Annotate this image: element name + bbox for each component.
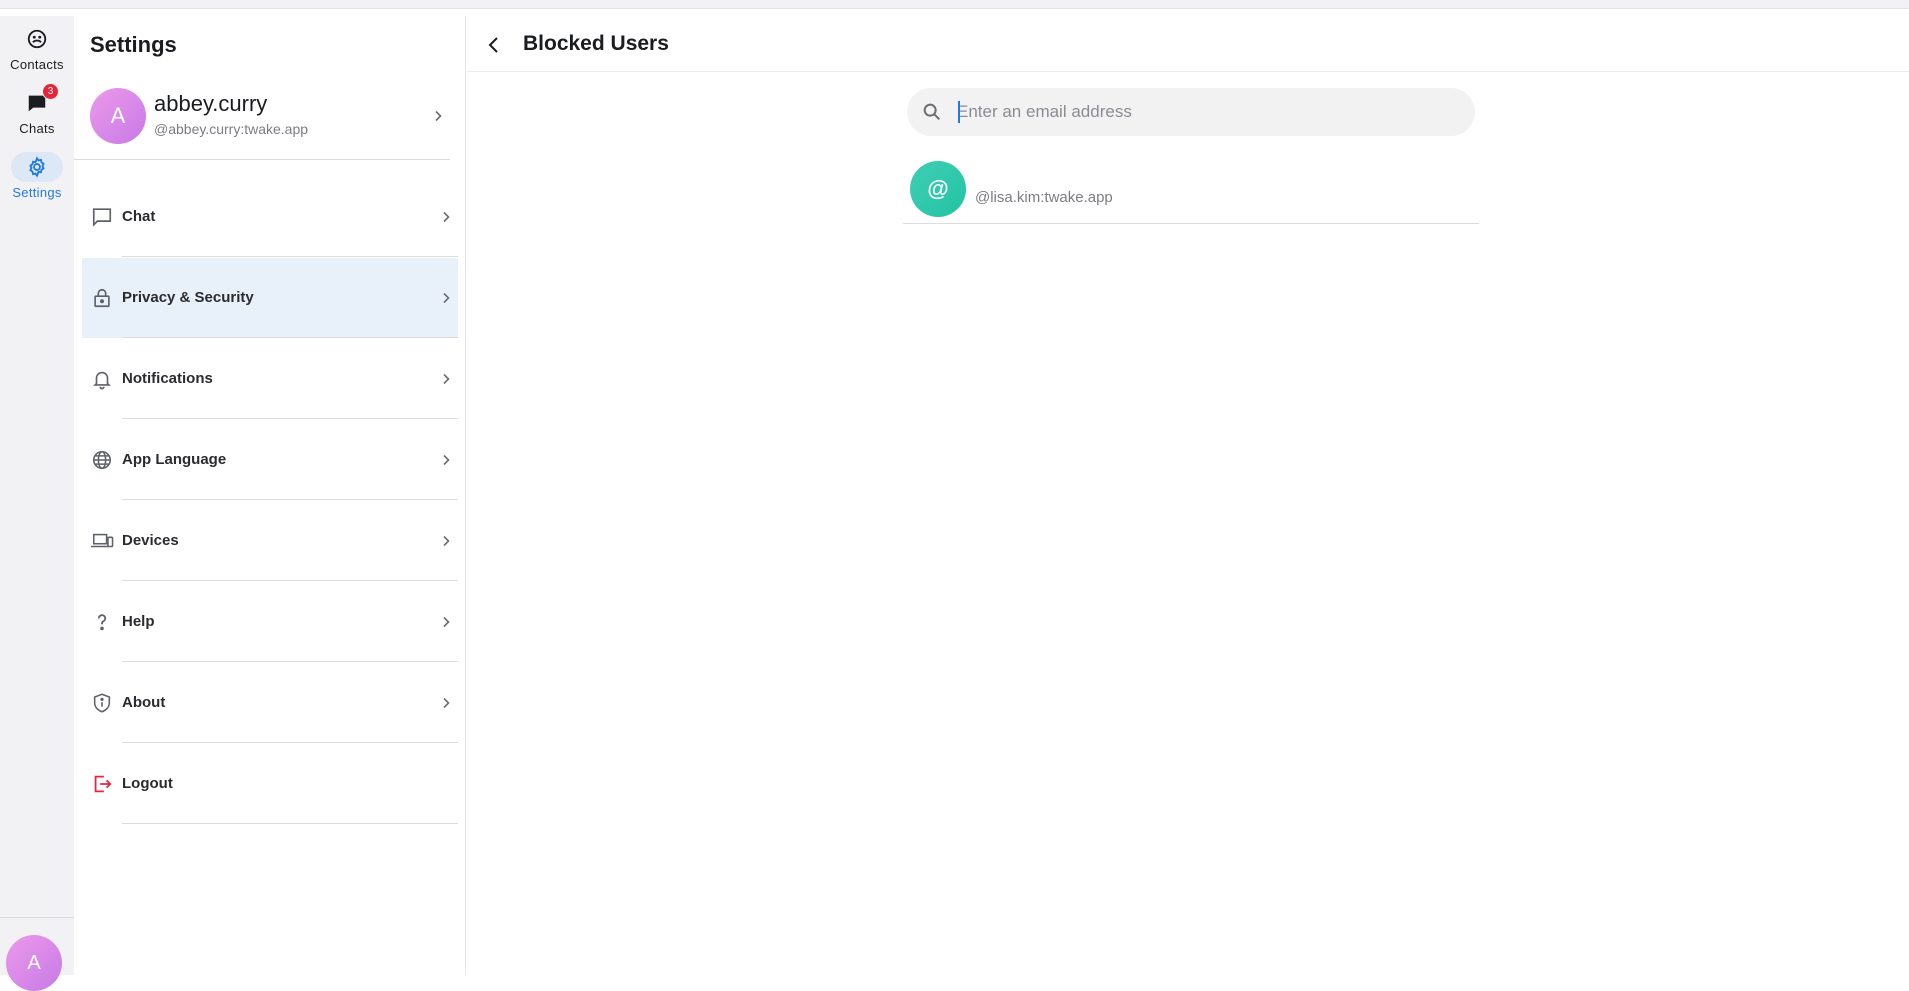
question-icon bbox=[90, 610, 114, 634]
rail-avatar[interactable]: A bbox=[6, 935, 62, 991]
settings-item-label: Help bbox=[122, 613, 155, 630]
settings-item-about[interactable]: About bbox=[82, 663, 458, 743]
settings-item-help[interactable]: Help bbox=[82, 582, 458, 662]
nav-rail: Contacts 3 Chats Settings A bbox=[0, 16, 74, 991]
item-divider bbox=[122, 256, 458, 257]
blocked-user-id: @lisa.kim:twake.app bbox=[975, 189, 1113, 206]
chat-bubble-icon: 3 bbox=[11, 83, 63, 118]
blocked-user-row[interactable]: @ @lisa.kim:twake.app bbox=[903, 158, 1479, 224]
chats-unread-badge: 3 bbox=[42, 83, 59, 100]
chevron-right-icon bbox=[443, 616, 450, 628]
rail-label-chats: Chats bbox=[19, 121, 55, 136]
chevron-left-icon bbox=[488, 37, 498, 53]
blocked-users-view: Blocked Users @ @lisa.kim:twake.app bbox=[467, 16, 1909, 975]
chevron-right-icon bbox=[443, 535, 450, 547]
back-button[interactable] bbox=[479, 30, 509, 60]
settings-item-label: Devices bbox=[122, 532, 179, 549]
profile-name: abbey.curry bbox=[154, 91, 268, 116]
rail-label-contacts: Contacts bbox=[10, 57, 64, 72]
profile-divider bbox=[74, 159, 450, 160]
devices-icon bbox=[90, 529, 114, 553]
globe-icon bbox=[90, 448, 114, 472]
page-title: Blocked Users bbox=[523, 32, 669, 55]
chat-icon bbox=[90, 205, 114, 229]
rail-item-settings[interactable]: Settings bbox=[0, 152, 74, 200]
settings-item-devices[interactable]: Devices bbox=[82, 501, 458, 581]
profile-row[interactable]: A abbey.curry @abbey.curry:twake.app bbox=[90, 88, 458, 146]
shield-info-icon bbox=[90, 691, 114, 715]
main-header: Blocked Users bbox=[467, 16, 1909, 72]
chevron-right-icon bbox=[443, 373, 450, 385]
item-divider bbox=[122, 418, 458, 419]
settings-item-label: App Language bbox=[122, 451, 227, 468]
settings-item-label: Chat bbox=[122, 208, 156, 225]
item-divider bbox=[122, 499, 458, 500]
gear-icon bbox=[11, 152, 63, 182]
settings-item-app-language[interactable]: App Language bbox=[82, 420, 458, 500]
rail-item-chats[interactable]: 3 Chats bbox=[0, 83, 74, 136]
rail-label-settings: Settings bbox=[12, 185, 62, 200]
contacts-icon bbox=[11, 24, 63, 54]
text-caret bbox=[958, 101, 960, 123]
item-divider bbox=[122, 661, 458, 662]
search-icon bbox=[923, 103, 941, 121]
item-divider bbox=[122, 337, 458, 338]
settings-title: Settings bbox=[90, 32, 177, 57]
email-search-input[interactable] bbox=[957, 96, 1457, 128]
item-divider bbox=[122, 580, 458, 581]
item-divider bbox=[122, 742, 458, 743]
profile-avatar: A bbox=[90, 88, 146, 144]
search-bar[interactable] bbox=[907, 88, 1475, 136]
blocked-user-avatar: @ bbox=[910, 161, 966, 217]
profile-id: @abbey.curry:twake.app bbox=[154, 121, 309, 137]
chevron-right-icon bbox=[443, 211, 450, 223]
rail-divider bbox=[0, 917, 74, 918]
settings-item-chat[interactable]: Chat bbox=[82, 177, 458, 257]
logout-icon bbox=[90, 772, 114, 796]
settings-item-label: Notifications bbox=[122, 370, 213, 387]
item-divider bbox=[122, 823, 458, 824]
settings-item-label: Privacy & Security bbox=[122, 289, 254, 306]
settings-item-notifications[interactable]: Notifications bbox=[82, 339, 458, 419]
settings-item-label: About bbox=[122, 694, 166, 711]
window-top-strip bbox=[0, 0, 1909, 9]
settings-item-logout[interactable]: Logout bbox=[82, 744, 458, 824]
lock-icon bbox=[90, 286, 114, 310]
chevron-right-icon bbox=[435, 110, 442, 122]
settings-panel: Settings A abbey.curry @abbey.curry:twak… bbox=[74, 16, 466, 975]
bell-icon bbox=[90, 367, 114, 391]
settings-item-label: Logout bbox=[122, 775, 173, 792]
settings-item-privacy-security[interactable]: Privacy & Security bbox=[82, 258, 458, 338]
chevron-right-icon bbox=[443, 292, 450, 304]
rail-item-contacts[interactable]: Contacts bbox=[0, 24, 74, 72]
chevron-right-icon bbox=[443, 454, 450, 466]
chevron-right-icon bbox=[443, 697, 450, 709]
